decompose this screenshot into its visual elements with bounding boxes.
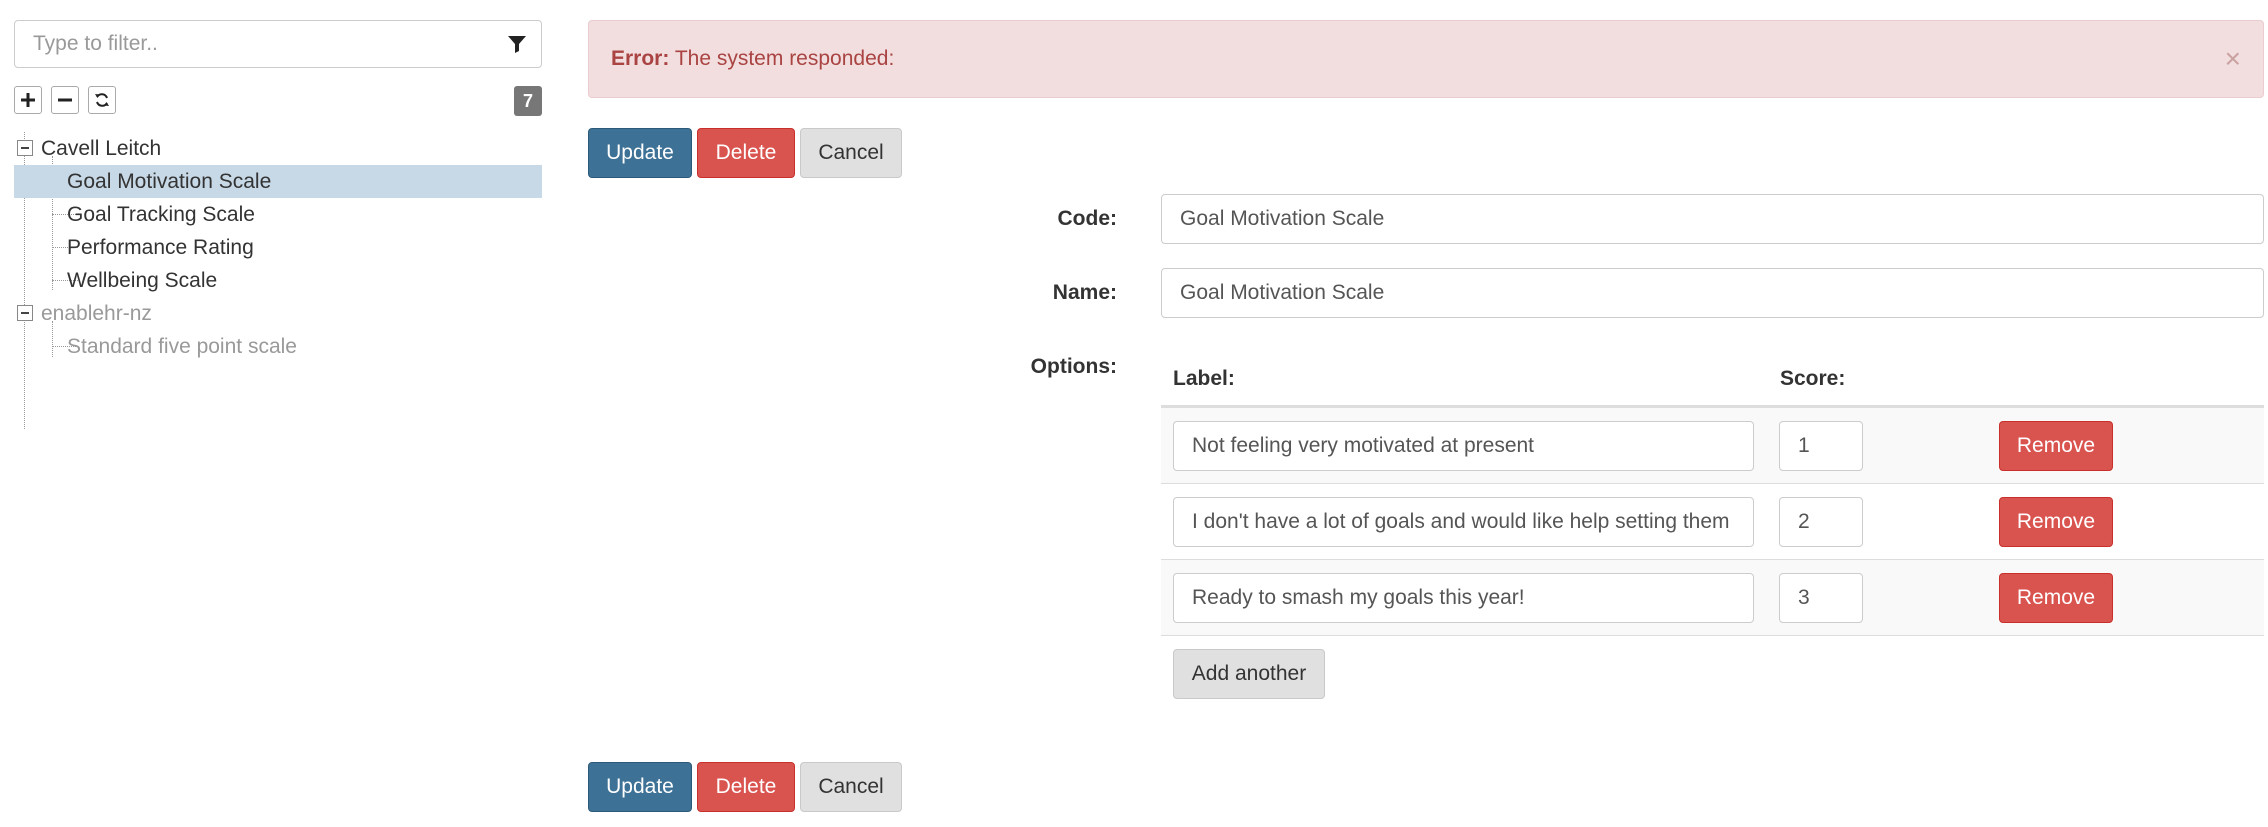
option-score-input[interactable]	[1779, 421, 1863, 471]
option-label-input[interactable]	[1173, 421, 1754, 471]
close-icon[interactable]: ×	[2225, 21, 2241, 97]
update-button-bottom[interactable]: Update	[588, 762, 692, 812]
error-alert: Error: The system responded: ×	[588, 20, 2264, 98]
tree-item-wellbeing-scale[interactable]: Wellbeing Scale	[67, 264, 217, 297]
option-score-input[interactable]	[1779, 573, 1863, 623]
cancel-button-top[interactable]: Cancel	[800, 128, 902, 178]
tree-item-goal-motivation-scale[interactable]: Goal Motivation Scale	[67, 165, 271, 198]
collapse-all-button[interactable]	[51, 86, 79, 114]
remove-option-button[interactable]: Remove	[1999, 497, 2113, 547]
options-label: Options:	[1030, 355, 1117, 378]
alert-message: The system responded:	[674, 47, 895, 70]
options-label-header: Label:	[1173, 367, 1235, 390]
group-toggle-cavell-leitch[interactable]	[17, 140, 33, 156]
code-label: Code:	[1057, 207, 1118, 230]
update-button-top[interactable]: Update	[588, 128, 692, 178]
count-badge: 7	[514, 86, 542, 116]
name-label: Name:	[1052, 281, 1117, 304]
option-label-input[interactable]	[1173, 573, 1754, 623]
remove-option-button[interactable]: Remove	[1999, 573, 2113, 623]
name-field[interactable]	[1161, 268, 2264, 318]
tree-group-cavell-leitch[interactable]: Cavell Leitch	[41, 132, 161, 165]
code-field[interactable]	[1161, 194, 2264, 244]
filter-box	[14, 20, 542, 68]
option-score-input[interactable]	[1779, 497, 1863, 547]
remove-option-button[interactable]: Remove	[1999, 421, 2113, 471]
alert-prefix: Error:	[611, 47, 670, 70]
add-another-button[interactable]: Add another	[1173, 649, 1325, 699]
filter-icon[interactable]	[507, 34, 527, 54]
group-toggle-enablehr-nz[interactable]	[17, 305, 33, 321]
delete-button-top[interactable]: Delete	[697, 128, 795, 178]
option-row: Remove	[1161, 483, 2264, 560]
minus-icon	[58, 98, 72, 102]
tree-item-goal-tracking-scale[interactable]: Goal Tracking Scale	[67, 198, 255, 231]
delete-button-bottom[interactable]: Delete	[697, 762, 795, 812]
refresh-button[interactable]	[88, 86, 116, 114]
option-row: Remove	[1161, 407, 2264, 484]
refresh-icon	[95, 93, 109, 107]
tree-group-enablehr-nz[interactable]: enablehr-nz	[41, 297, 152, 330]
options-score-header: Score:	[1780, 367, 1846, 390]
option-label-input[interactable]	[1173, 497, 1754, 547]
expand-all-button[interactable]	[14, 86, 42, 114]
filter-input[interactable]	[15, 21, 503, 67]
tree-item-standard-five-point-scale[interactable]: Standard five point scale	[67, 330, 297, 363]
cancel-button-bottom[interactable]: Cancel	[800, 762, 902, 812]
plus-icon	[21, 93, 35, 107]
tree-item-performance-rating[interactable]: Performance Rating	[67, 231, 254, 264]
option-row: Remove	[1161, 559, 2264, 636]
options-bottom-divider	[1161, 635, 2264, 636]
